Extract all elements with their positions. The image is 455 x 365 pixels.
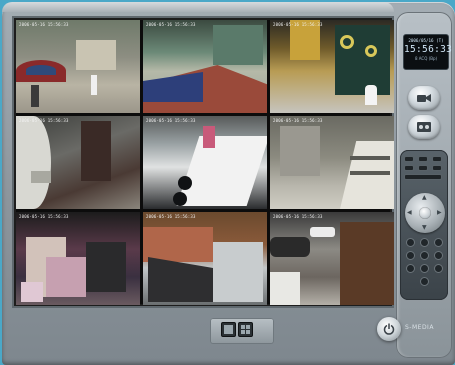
num-key-0[interactable] <box>420 277 429 286</box>
camera-1-timestamp: 2006-05-16 15:56:33 <box>19 22 69 27</box>
num-key-4[interactable] <box>406 251 415 260</box>
direction-pad[interactable]: ▲ ▼ ◀ ▶ <box>405 193 445 233</box>
camera-5-timestamp: 2006-05-16 15:56:33 <box>146 118 196 123</box>
num-key-1[interactable] <box>406 238 415 247</box>
function-key-4[interactable] <box>404 165 414 171</box>
num-key-9[interactable] <box>434 264 443 273</box>
single-view-button[interactable] <box>221 322 236 337</box>
up-arrow-icon[interactable]: ▲ <box>422 195 427 201</box>
camera-5-view[interactable]: 2006-05-16 15:56:33 <box>143 116 267 209</box>
camera-8-timestamp: 2006-05-16 15:56:33 <box>146 214 196 219</box>
camera-2-timestamp: 2006-05-16 15:56:33 <box>146 22 196 27</box>
camera-8-view[interactable]: 2006-05-16 15:56:33 <box>143 212 267 305</box>
camera-3-view[interactable]: 2006-05-16 15:56:33 <box>270 20 394 113</box>
function-key-3[interactable] <box>432 156 442 162</box>
quad-view-icon <box>241 325 245 329</box>
camera-6-view[interactable]: 2006-05-16 15:56:33 <box>270 116 394 209</box>
clock-time: 15:56:33 <box>404 44 453 55</box>
playback-button[interactable] <box>408 115 440 139</box>
num-key-7[interactable] <box>406 264 415 273</box>
camera-9-view[interactable]: 2006-05-16 15:56:33 <box>270 212 394 305</box>
left-arrow-icon[interactable]: ◀ <box>407 210 412 216</box>
camera-icon <box>417 94 431 102</box>
function-key-1[interactable] <box>404 156 414 162</box>
camera-3-timestamp: 2006-05-16 15:56:33 <box>273 22 323 27</box>
record-button[interactable] <box>408 86 440 110</box>
camera-7-timestamp: 2006-05-16 15:56:33 <box>19 214 69 219</box>
down-arrow-icon[interactable]: ▼ <box>422 225 427 231</box>
clock-mode: 8 ACQ (Bp) <box>414 56 438 61</box>
tape-icon <box>417 122 431 132</box>
function-key-5[interactable] <box>418 165 428 171</box>
function-key-2[interactable] <box>418 156 428 162</box>
quad-view-button[interactable] <box>238 322 253 337</box>
num-key-2[interactable] <box>420 238 429 247</box>
num-key-6[interactable] <box>434 251 443 260</box>
function-key-6[interactable] <box>432 165 442 171</box>
camera-1-view[interactable]: 2006-05-16 15:56:33 <box>16 20 140 113</box>
top-bezel <box>2 2 394 12</box>
camera-2-view[interactable]: 2006-05-16 15:56:33 <box>143 20 267 113</box>
clock-date: 2006/05/16 (T) <box>408 38 444 43</box>
function-key-wide[interactable] <box>404 174 442 180</box>
right-arrow-icon[interactable]: ▶ <box>437 210 442 216</box>
brand-logo: S-MEDIA <box>405 324 434 331</box>
num-key-8[interactable] <box>420 264 429 273</box>
clock-display: 2006/05/16 (T) 15:56:33 8 ACQ (Bp) <box>403 34 453 70</box>
num-key-3[interactable] <box>434 238 443 247</box>
camera-grid: 2006-05-16 15:56:33 2006-05-16 15:56:33 … <box>14 18 394 306</box>
camera-9-timestamp: 2006-05-16 15:56:33 <box>273 214 323 219</box>
power-button[interactable] <box>377 317 401 341</box>
num-key-5[interactable] <box>420 251 429 260</box>
camera-4-view[interactable]: 2006-05-16 15:56:33 <box>16 116 140 209</box>
camera-7-view[interactable]: 2006-05-16 15:56:33 <box>16 212 140 305</box>
camera-6-timestamp: 2006-05-16 15:56:33 <box>273 118 323 123</box>
enter-button[interactable] <box>419 207 431 219</box>
power-icon <box>383 323 395 335</box>
camera-4-timestamp: 2006-05-16 15:56:33 <box>19 118 69 123</box>
single-view-icon <box>224 325 233 334</box>
